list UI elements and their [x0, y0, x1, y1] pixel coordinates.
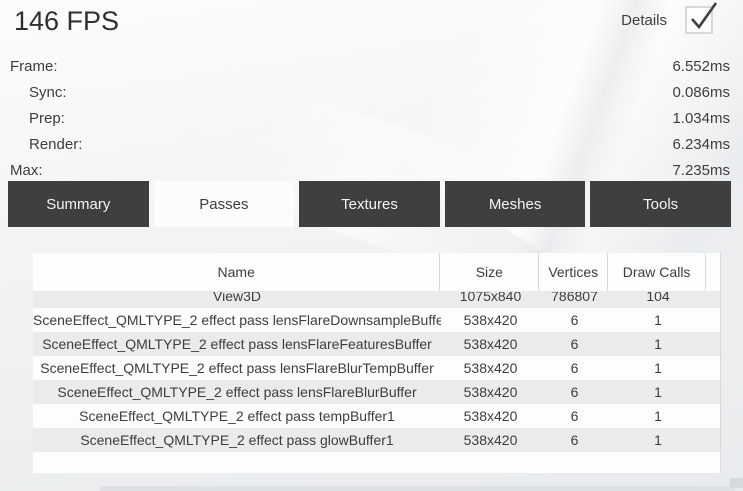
- tab-passes[interactable]: Passes: [154, 181, 295, 227]
- tab-bar: SummaryPassesTexturesMeshesTools: [0, 181, 743, 227]
- cell-name: SceneEffect_QMLTYPE_2 effect pass lensFl…: [33, 356, 441, 380]
- horizontal-scrollbar[interactable]: [100, 486, 735, 491]
- checkmark-icon: [686, 0, 720, 36]
- cell-name: SceneEffect_QMLTYPE_2 effect pass lensFl…: [33, 308, 441, 332]
- stat-label: Sync:: [10, 80, 67, 106]
- cell-vertices: 6: [540, 308, 609, 332]
- column-header-vertices: Vertices: [539, 253, 608, 291]
- table-row: SceneEffect_QMLTYPE_2 effect pass lensFl…: [33, 332, 720, 356]
- cell-draw-calls: 1: [609, 356, 707, 380]
- tab-meshes[interactable]: Meshes: [445, 181, 586, 227]
- cell-name: View3D: [33, 292, 441, 308]
- cell-size: 538x420: [441, 332, 540, 356]
- cell-size: 538x420: [441, 308, 540, 332]
- header-gutter: [706, 253, 720, 291]
- details-label: Details: [621, 12, 667, 29]
- table-row: SceneEffect_QMLTYPE_2 effect pass lensFl…: [33, 308, 720, 332]
- table-row: View3D1075x840786807104: [33, 292, 720, 308]
- table-row: SceneEffect_QMLTYPE_2 effect pass lensFl…: [33, 380, 720, 404]
- stat-label: Render:: [10, 132, 82, 158]
- table-body: View3D1075x840786807104SceneEffect_QMLTY…: [33, 292, 720, 452]
- passes-table: NameSizeVerticesDraw Calls View3D1075x84…: [33, 253, 721, 473]
- cell-size: 538x420: [441, 404, 540, 428]
- table-row: SceneEffect_QMLTYPE_2 effect pass lensFl…: [33, 356, 720, 380]
- cell-vertices: 6: [540, 404, 609, 428]
- cell-draw-calls: 1: [609, 380, 707, 404]
- cell-name: SceneEffect_QMLTYPE_2 effect pass glowBu…: [33, 428, 441, 452]
- cell-vertices: 6: [540, 380, 609, 404]
- cell-size: 1075x840: [441, 292, 540, 308]
- stat-value: 0.086ms: [672, 80, 730, 106]
- stat-row-render: Render: 6.234ms: [0, 132, 743, 158]
- cell-name: SceneEffect_QMLTYPE_2 effect pass lensFl…: [33, 332, 441, 356]
- cell-draw-calls: 1: [609, 308, 707, 332]
- table-row: SceneEffect_QMLTYPE_2 effect pass glowBu…: [33, 428, 720, 452]
- cell-vertices: 6: [540, 428, 609, 452]
- column-header-name: Name: [33, 253, 440, 291]
- cell-name: SceneEffect_QMLTYPE_2 effect pass lensFl…: [33, 380, 441, 404]
- cell-vertices: 6: [540, 332, 609, 356]
- stat-value: 6.552ms: [672, 54, 730, 80]
- column-header-size: Size: [440, 253, 539, 291]
- frame-stats: Frame: 6.552ms Sync: 0.086ms Prep: 1.034…: [0, 54, 743, 184]
- table-header: NameSizeVerticesDraw Calls: [33, 253, 720, 292]
- cell-size: 538x420: [441, 380, 540, 404]
- stat-label: Prep:: [10, 106, 65, 132]
- cell-name: SceneEffect_QMLTYPE_2 effect pass tempBu…: [33, 404, 441, 428]
- tab-summary[interactable]: Summary: [8, 181, 149, 227]
- details-checkbox[interactable]: [685, 6, 713, 34]
- column-header-draw-calls: Draw Calls: [608, 253, 706, 291]
- cell-draw-calls: 104: [609, 292, 707, 308]
- cell-draw-calls: 1: [609, 404, 707, 428]
- table-row: SceneEffect_QMLTYPE_2 effect pass tempBu…: [33, 404, 720, 428]
- stat-value: 1.034ms: [672, 106, 730, 132]
- fps-counter: 146 FPS: [14, 6, 119, 37]
- tab-textures[interactable]: Textures: [299, 181, 440, 227]
- cell-draw-calls: 1: [609, 332, 707, 356]
- tab-tools[interactable]: Tools: [590, 181, 731, 227]
- stat-row-sync: Sync: 0.086ms: [0, 80, 743, 106]
- cell-vertices: 786807: [540, 292, 609, 308]
- stat-label: Frame:: [10, 54, 58, 80]
- details-toggle: Details: [621, 6, 713, 34]
- cell-size: 538x420: [441, 356, 540, 380]
- stat-row-frame: Frame: 6.552ms: [0, 54, 743, 80]
- cell-draw-calls: 1: [609, 428, 707, 452]
- cell-vertices: 6: [540, 356, 609, 380]
- stat-value: 6.234ms: [672, 132, 730, 158]
- stat-row-prep: Prep: 1.034ms: [0, 106, 743, 132]
- scrollbar-corner: [730, 478, 743, 488]
- cell-size: 538x420: [441, 428, 540, 452]
